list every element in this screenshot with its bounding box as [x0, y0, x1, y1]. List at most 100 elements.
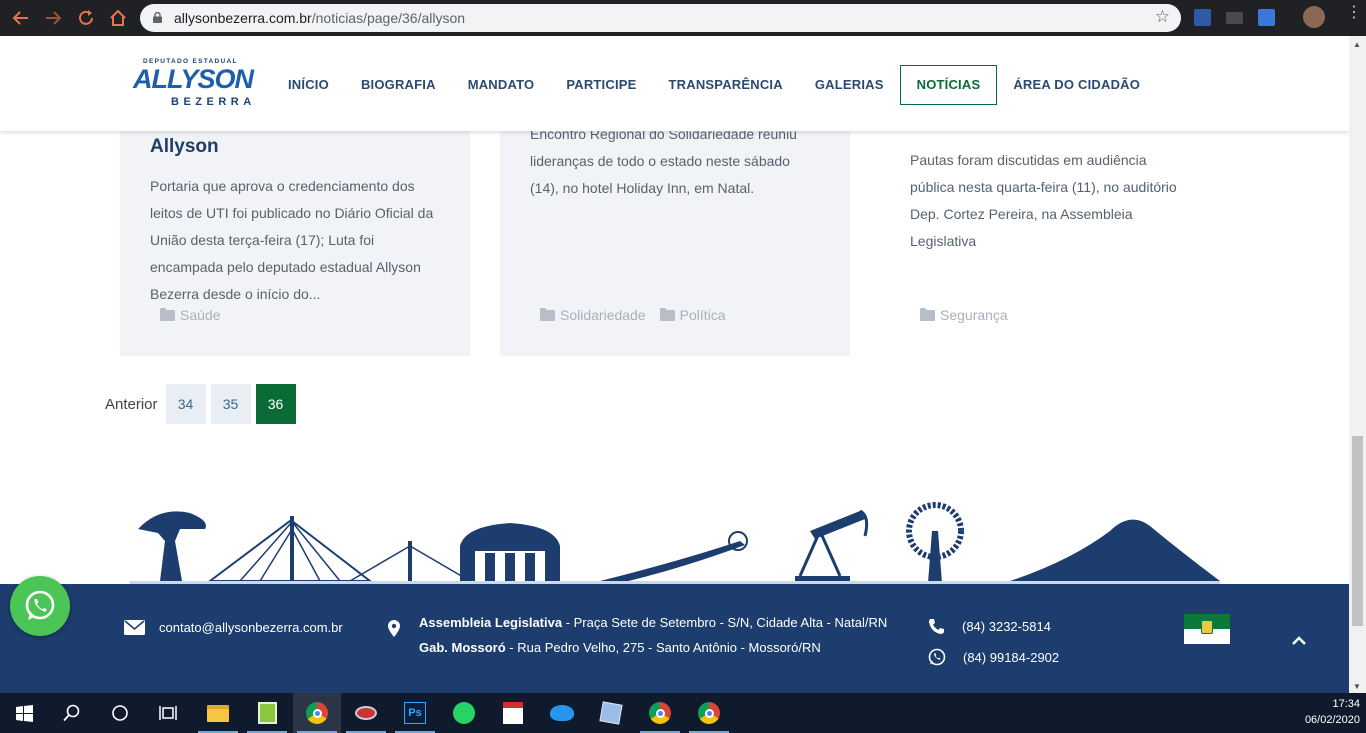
chrome-icon[interactable]	[636, 693, 684, 733]
logo-name: ALLYSON	[133, 64, 254, 94]
excerpt-line: encampada pelo deputado estadual Allyson	[150, 259, 421, 275]
scrollbar-thumb[interactable]	[1352, 436, 1363, 626]
footer-phone[interactable]: (84) 3232-5814	[928, 618, 1051, 635]
windows-taskbar: Ps 17:34 06/02/2020	[0, 693, 1366, 733]
excerpt-line: Bezerra desde o início do...	[150, 286, 321, 302]
footer-email[interactable]: contato@allysonbezerra.com.br	[124, 620, 343, 635]
excerpt-line: lideranças de todo o estado neste sábado	[530, 153, 790, 169]
category-list: Solidariedade Política	[540, 307, 726, 323]
lock-icon	[153, 12, 162, 23]
phone-icon	[929, 619, 944, 634]
pagination-prev[interactable]: Anterior	[105, 396, 158, 413]
footer-address-natal: Assembleia Legislativa - Praça Sete de S…	[419, 610, 887, 635]
folder-icon	[920, 307, 935, 321]
translate-icon[interactable]	[1258, 9, 1275, 26]
nav-area-do-cidadao[interactable]: ÁREA DO CIDADÃO	[997, 67, 1156, 103]
back-to-top-icon[interactable]	[1292, 632, 1306, 650]
map-pin-icon	[388, 620, 400, 637]
acrobat-icon[interactable]	[489, 693, 537, 733]
home-icon[interactable]	[107, 7, 129, 29]
page-link[interactable]: 35	[210, 384, 251, 424]
extension-icon[interactable]	[1194, 9, 1211, 26]
category-label: Saúde	[180, 307, 221, 323]
clock-time: 17:34	[1332, 698, 1360, 710]
category-label: Política	[679, 307, 726, 323]
category-label: Segurança	[940, 307, 1008, 323]
news-excerpt: Portaria que aprova o credenciamento dos…	[150, 173, 450, 308]
chrome-icon[interactable]	[293, 693, 341, 733]
category-tag[interactable]: Segurança	[920, 307, 1008, 323]
whatsapp-text: (84) 99184-2902	[963, 649, 1060, 665]
nav-biografia[interactable]: BIOGRAFIA	[345, 67, 452, 103]
news-title[interactable]: Allyson	[150, 136, 219, 158]
reload-icon[interactable]	[75, 7, 97, 29]
category-list: Saúde	[160, 307, 220, 323]
search-icon[interactable]	[48, 693, 96, 733]
city-skyline-illustration	[130, 502, 1220, 586]
excerpt-line: Pautas foram discutidas em audiência	[910, 152, 1147, 168]
menu-icon[interactable]: ⋮	[1346, 5, 1362, 21]
url-domain: allysonbezerra.com.br	[174, 10, 312, 26]
system-clock[interactable]: 17:34 06/02/2020	[1305, 696, 1360, 728]
nav-transparencia[interactable]: TRANSPARÊNCIA	[653, 67, 799, 103]
whatsapp-desktop-icon[interactable]	[440, 693, 488, 733]
excerpt-line: Dep. Cortez Pereira, na Assembleia	[910, 206, 1133, 222]
address-text: - Rua Pedro Velho, 275 - Santo Antônio -…	[505, 640, 821, 655]
rio-grande-do-norte-flag	[1184, 614, 1230, 644]
page-scrollbar[interactable]: ▲ ▼	[1349, 36, 1366, 693]
cortana-icon[interactable]	[96, 693, 144, 733]
nav-participe[interactable]: PARTICIPE	[550, 67, 652, 103]
task-view-icon[interactable]	[144, 693, 192, 733]
category-list: Segurança	[920, 307, 1008, 323]
browser-toolbar: allysonbezerra.com.br/noticias/page/36/a…	[0, 0, 1366, 36]
folder-icon	[659, 307, 675, 321]
scroll-down-arrow-icon[interactable]: ▼	[1353, 682, 1361, 691]
whatsapp-icon	[25, 590, 55, 620]
photoshop-icon[interactable]: Ps	[391, 693, 439, 733]
page-link[interactable]: 34	[165, 384, 206, 424]
avatar[interactable]	[1303, 6, 1325, 28]
category-tag[interactable]: Solidariedade	[540, 307, 646, 323]
notepad-plus-icon[interactable]	[243, 693, 291, 733]
forward-icon[interactable]	[42, 7, 64, 29]
footer-addresses: Assembleia Legislativa - Praça Sete de S…	[419, 610, 887, 660]
address-label: Gab. Mossoró	[419, 640, 506, 655]
logo-surname: BEZERRA	[171, 96, 256, 108]
nav-mandato[interactable]: MANDATO	[452, 67, 551, 103]
excerpt-line: Legislativa	[910, 233, 977, 249]
whatsapp-icon	[928, 648, 946, 666]
whatsapp-float-button[interactable]	[10, 576, 70, 636]
excerpt-line: (14), no hotel Holiday Inn, em Natal.	[530, 180, 755, 196]
windows-start-icon[interactable]	[0, 693, 48, 733]
category-label: Solidariedade	[560, 307, 646, 323]
cast-icon[interactable]	[1226, 12, 1243, 24]
site-logo[interactable]: DEPUTADO ESTADUAL ALLYSON BEZERRA	[133, 58, 258, 110]
phone-text: (84) 3232-5814	[962, 619, 1051, 634]
news-excerpt: Pautas foram discutidas em audiência púb…	[910, 147, 1210, 255]
url-path: /noticias/page/36/allyson	[311, 10, 466, 26]
address-bar[interactable]: allysonbezerra.com.br/noticias/page/36/a…	[140, 4, 1181, 32]
bookmark-star-icon[interactable]: ☆	[1155, 7, 1170, 27]
pagination: Anterior 34 35 36	[105, 384, 296, 424]
excerpt-line: pública nesta quarta-feira (11), no audi…	[910, 179, 1177, 195]
folder-icon	[540, 307, 555, 321]
footer-whatsapp[interactable]: (84) 99184-2902	[928, 648, 1059, 666]
page-link-current[interactable]: 36	[255, 384, 296, 424]
excerpt-line: Portaria que aprova o credenciamento dos	[150, 178, 415, 194]
excerpt-line: União desta terça-feira (17); Luta foi	[150, 232, 375, 248]
category-tag[interactable]: Saúde	[160, 307, 220, 323]
nav-noticias[interactable]: NOTÍCIAS	[899, 65, 998, 105]
page-content: Allyson Portaria que aprova o credenciam…	[0, 36, 1349, 693]
snipping-tool-icon[interactable]	[342, 693, 390, 733]
virtualbox-icon[interactable]	[587, 693, 635, 733]
nav-galerias[interactable]: GALERIAS	[799, 67, 900, 103]
url-text: allysonbezerra.com.br/noticias/page/36/a…	[174, 10, 465, 26]
back-icon[interactable]	[10, 7, 32, 29]
file-explorer-icon[interactable]	[194, 693, 242, 733]
nav-inicio[interactable]: INÍCIO	[272, 67, 345, 103]
category-tag[interactable]: Política	[659, 307, 726, 323]
docker-icon[interactable]	[538, 693, 586, 733]
scroll-up-arrow-icon[interactable]: ▲	[1353, 40, 1361, 49]
chrome-profile-icon[interactable]	[685, 693, 733, 733]
footer-address-mossoro: Gab. Mossoró - Rua Pedro Velho, 275 - Sa…	[419, 635, 887, 660]
